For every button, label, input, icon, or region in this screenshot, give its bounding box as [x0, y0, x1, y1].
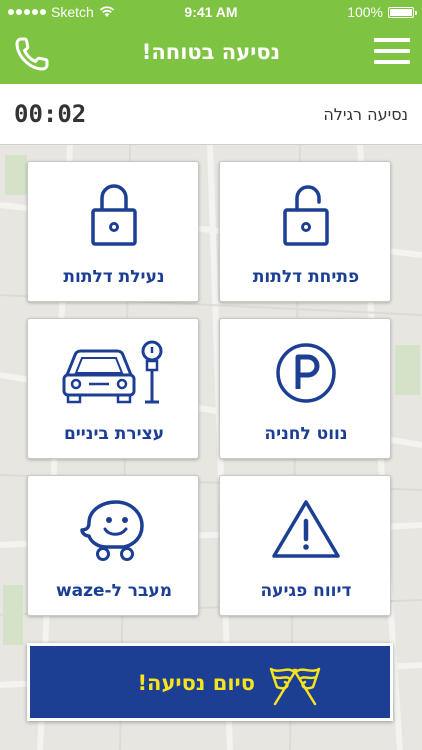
open-waze-label: מעבר ל-waze: [55, 581, 173, 601]
lock-doors-button[interactable]: נעילת דלתות: [27, 161, 199, 302]
unlock-doors-button[interactable]: פתיחת דלתות: [219, 161, 391, 302]
report-damage-label: דיווח פגיעה: [260, 581, 352, 601]
open-waze-button[interactable]: מעבר ל-waze: [27, 475, 199, 616]
waze-icon: [80, 500, 144, 561]
ride-timer: 00:02: [14, 100, 87, 128]
navigate-to-parking-label: נווט לחניה: [264, 424, 348, 444]
end-ride-label: סיום נסיעה!: [137, 671, 255, 695]
status-bar: Sketch 9:41 AM 100%: [0, 0, 422, 24]
ride-type-label: נסיעה רגילה: [323, 105, 408, 124]
navigate-to-parking-button[interactable]: נווט לחניה: [219, 318, 391, 459]
report-damage-button[interactable]: דיווח פגיעה: [219, 475, 391, 616]
lock-doors-label: נעילת דלתות: [63, 267, 165, 287]
car-parking-meter-icon: [62, 340, 163, 404]
ride-info-bar: 00:02 נסיעה רגילה: [0, 84, 422, 145]
checkered-flags-icon: [269, 667, 321, 706]
hamburger-menu-icon: [374, 38, 410, 42]
page-title: נסיעה בטוחה!: [141, 40, 281, 64]
battery-percent: 100%: [347, 4, 383, 20]
warning-triangle-icon: [272, 500, 340, 558]
parking-icon: [276, 343, 336, 403]
unlocked-padlock-icon: [283, 185, 329, 246]
battery-icon: [388, 6, 417, 18]
menu-button[interactable]: [374, 38, 410, 68]
intermediate-stop-label: עצירת ביניים: [63, 424, 165, 444]
end-ride-button[interactable]: סיום נסיעה!: [27, 643, 393, 721]
unlock-doors-label: פתיחת דלתות: [252, 267, 360, 287]
intermediate-stop-button[interactable]: עצירת ביניים: [27, 318, 199, 459]
nav-bar: נסיעה בטוחה!: [0, 24, 422, 84]
locked-padlock-icon: [91, 184, 137, 246]
